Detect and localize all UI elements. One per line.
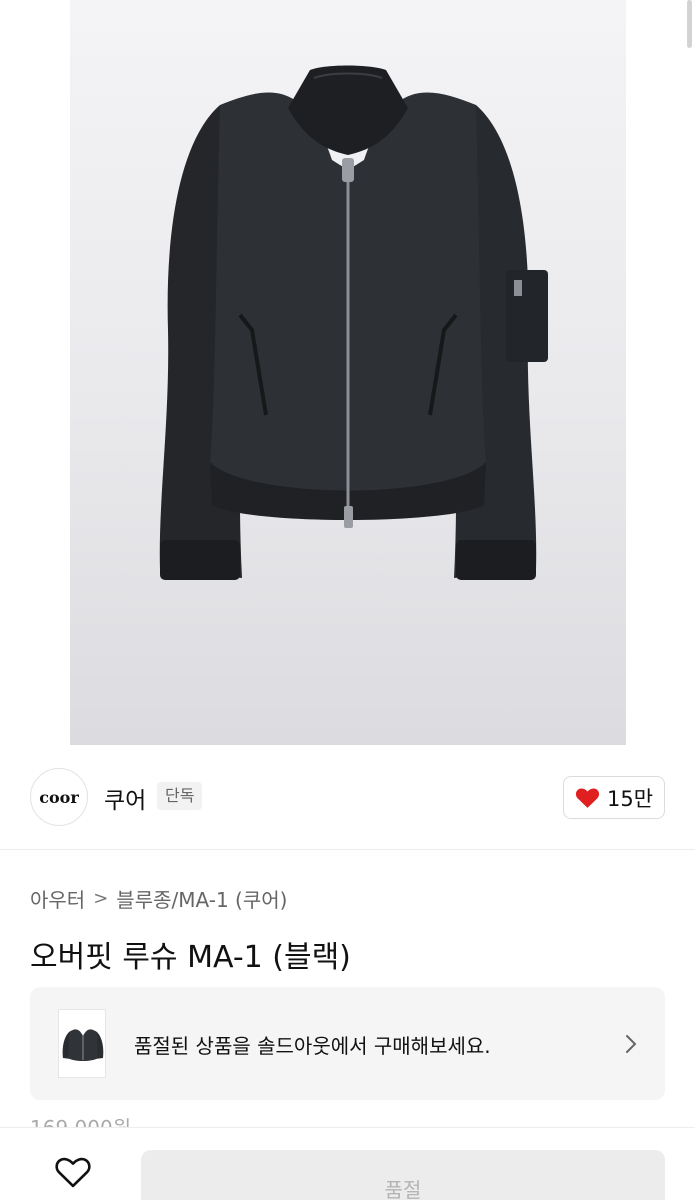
exclusive-badge: 단독 [157, 782, 203, 810]
scrollbar[interactable] [687, 0, 692, 48]
breadcrumb: 아우터 > 블루종/MA-1 (쿠어) [30, 884, 287, 913]
soldout-banner[interactable]: 품절된 상품을 솔드아웃에서 구매해보세요. [30, 987, 665, 1100]
brand-logo[interactable]: coor [30, 768, 88, 826]
like-count: 15만 [606, 786, 654, 811]
bottom-action-bar: 품절 [0, 1127, 695, 1200]
brand-row: coor 쿠어 단독 15만 [0, 745, 695, 850]
breadcrumb-subcategory[interactable]: 블루종/MA-1 (쿠어) [116, 884, 287, 913]
brand-like-button[interactable]: 15만 [563, 776, 665, 819]
wishlist-button[interactable] [52, 1152, 94, 1192]
breadcrumb-category[interactable]: 아우터 [30, 884, 85, 913]
jacket-illustration [159, 65, 548, 580]
heart-outline-icon [55, 1157, 91, 1188]
product-thumbnail [58, 1009, 106, 1078]
heart-filled-icon [575, 788, 600, 808]
product-image[interactable] [70, 0, 626, 745]
product-image-area [0, 0, 695, 745]
soldout-banner-text: 품절된 상품을 솔드아웃에서 구매해보세요. [134, 1034, 491, 1058]
brand-logo-text: coor [39, 787, 79, 807]
product-title: 오버핏 루슈 MA-1 (블랙) [30, 940, 351, 975]
brand-name[interactable]: 쿠어 [104, 781, 146, 815]
breadcrumb-separator: > [93, 888, 109, 909]
chevron-right-icon [626, 1035, 637, 1053]
jacket-thumbnail-icon [62, 1029, 104, 1061]
soldout-button[interactable]: 품절 [141, 1150, 665, 1200]
